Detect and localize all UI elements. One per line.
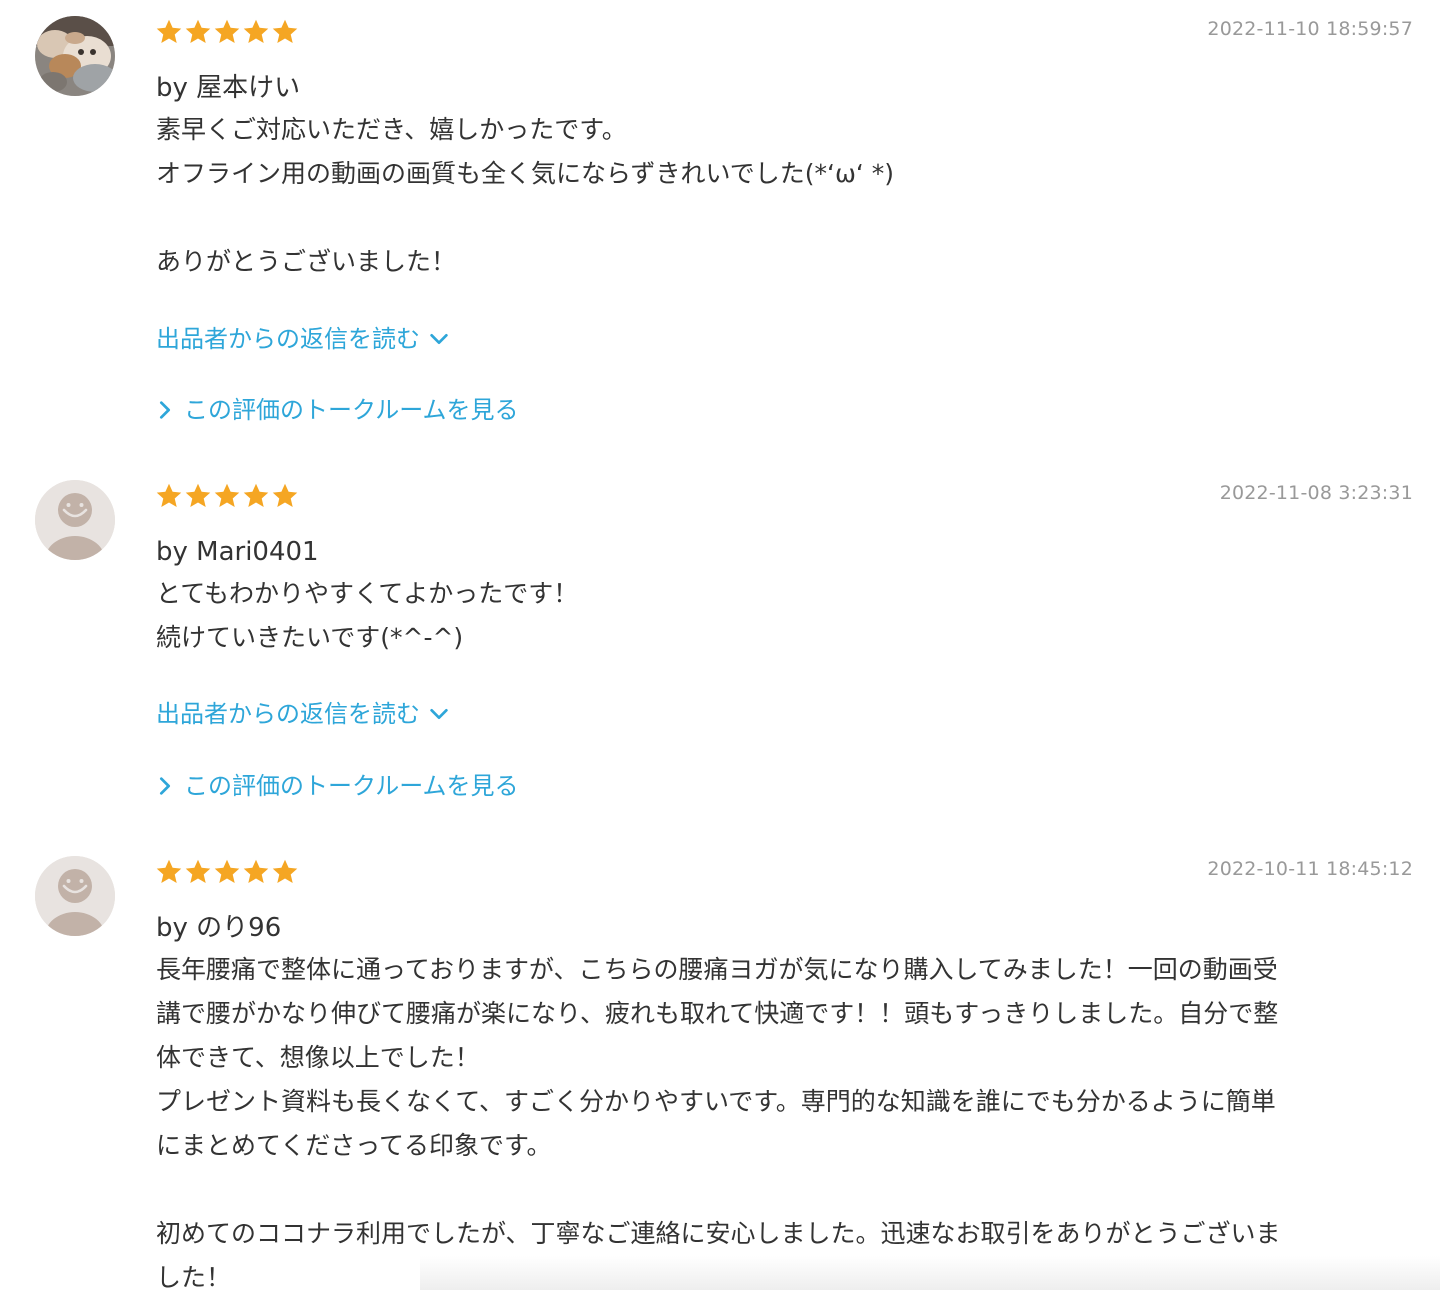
star-icon [213,854,241,890]
read-seller-reply-toggle[interactable]: 出品者からの返信を読む [156,322,450,356]
star-icon [213,14,241,50]
reviewer-avatar[interactable] [35,856,115,936]
chevron-right-icon [159,401,171,419]
star-icon [271,478,299,514]
view-talkroom-link[interactable]: この評価のトークルームを見る [156,393,519,427]
chevron-down-icon [430,333,448,345]
chevron-down-icon [430,708,448,720]
read-seller-reply-label: 出品者からの返信を読む [156,700,420,728]
read-seller-reply-toggle[interactable]: 出品者からの返信を読む [156,697,450,731]
view-talkroom-label: この評価のトークルームを見る [184,772,519,800]
star-icon [155,478,183,514]
star-icon [271,854,299,890]
reviewer-name[interactable]: by 屋本けい [156,68,300,108]
view-talkroom-label: この評価のトークルームを見る [184,396,519,424]
reviewer-name[interactable]: by のり96 [156,908,281,948]
review-text: とてもわかりやすくてよかったです！ 続けていきたいです(*^-^) [156,579,579,652]
rating-stars [155,854,299,890]
reviewer-name[interactable]: by Mari0401 [156,532,319,572]
chevron-right-icon [159,777,171,795]
star-icon [155,854,183,890]
star-icon [271,14,299,50]
reviewer-avatar[interactable] [35,480,115,560]
star-icon [155,14,183,50]
star-icon [242,478,270,514]
rating-stars [155,14,299,50]
review-text: 素早くご対応いただき、嬉しかったです。 オフライン用の動画の画質も全く気にならず… [156,115,895,276]
reviewer-avatar[interactable] [35,16,115,96]
default-user-icon [35,480,115,560]
cat-photo-icon [35,16,115,96]
star-icon [242,14,270,50]
star-icon [184,478,212,514]
review-text: 長年腰痛で整体に通っておりますが、こちらの腰痛ヨガが気になり購入してみました！一… [156,955,1281,1292]
review-date: 2022-11-08 3:23:31 [1219,482,1413,504]
star-icon [184,854,212,890]
view-talkroom-link[interactable]: この評価のトークルームを見る [156,769,519,803]
read-seller-reply-label: 出品者からの返信を読む [156,325,420,353]
star-icon [184,14,212,50]
default-user-icon [35,856,115,936]
star-icon [242,854,270,890]
rating-stars [155,478,299,514]
review-date: 2022-11-10 18:59:57 [1207,18,1413,40]
review-date: 2022-10-11 18:45:12 [1207,858,1413,880]
star-icon [213,478,241,514]
